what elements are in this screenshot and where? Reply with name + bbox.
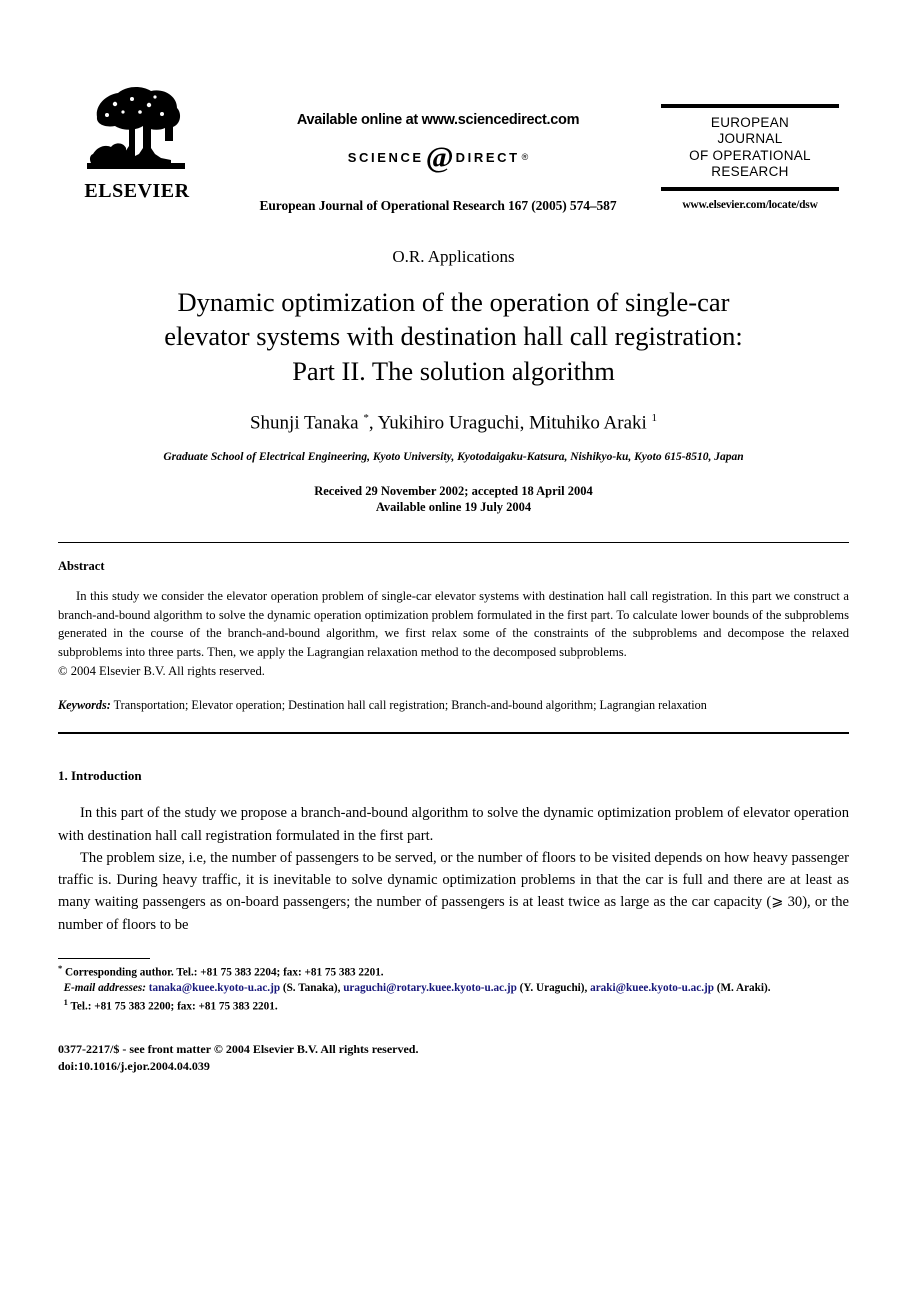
received-accepted-date: Received 29 November 2002; accepted 18 A… (314, 483, 593, 498)
abstract-copyright: © 2004 Elsevier B.V. All rights reserved… (58, 664, 265, 679)
elsevier-tree-icon (87, 87, 185, 169)
email-link-araki[interactable]: araki@kuee.kyoto-u.ac.jp (590, 982, 714, 994)
available-online-text: Available online at www.sciencedirect.co… (296, 112, 580, 128)
article-category: O.R. Applications (392, 247, 515, 266)
publication-dates: Received 29 November 2002; accepted 18 A… (58, 483, 849, 516)
footnote-corresponding-author: * Corresponding author. Tel.: +81 75 383… (58, 963, 849, 981)
intro-paragraph-1: In this part of the study we propose a b… (58, 805, 849, 844)
emblem-line-1: EUROPEAN (710, 115, 790, 130)
page-footer: 0377-2217/$ - see front matter © 2004 El… (58, 1041, 849, 1076)
author-names-part1: Shunji Tanaka (249, 412, 364, 434)
author-affiliation: Graduate School of Electrical Engineerin… (163, 450, 744, 463)
paper-page: ELSEVIER Available online at www.science… (0, 62, 907, 1300)
sciencedirect-direct-text: DIRECT (455, 149, 520, 165)
author-list: Shunji Tanaka *, Yukihiro Uraguchi, Mitu… (58, 412, 849, 434)
footnote-araki-tel: 1 Tel.: +81 75 383 2200; fax: +81 75 383… (58, 997, 849, 1015)
issn-front-matter-line: 0377-2217/$ - see front matter © 2004 El… (58, 1041, 419, 1056)
footnote-emails: E-mail addresses: tanaka@kuee.kyoto-u.ac… (58, 981, 849, 996)
email-link-uraguchi[interactable]: uraguchi@rotary.kuee.kyoto-u.ac.jp (343, 982, 517, 994)
header-center-block: Available online at www.sciencedirect.co… (228, 62, 648, 214)
footnote-one-text: Tel.: +81 75 383 2200; fax: +81 75 383 2… (67, 1000, 278, 1013)
section-heading-introduction: 1. Introduction (58, 768, 142, 784)
journal-homepage-url[interactable]: www.elsevier.com/locate/dsw (661, 199, 839, 211)
elsevier-logo: ELSEVIER (78, 84, 196, 201)
title-line-3: Part II. The solution algorithm (292, 355, 615, 386)
abstract-top-divider (58, 541, 849, 543)
title-line-1: Dynamic optimization of the operation of… (177, 287, 730, 317)
author-footnote-marker: 1 (651, 412, 658, 425)
email-attrib-tanaka: (S. Tanaka), (280, 982, 344, 995)
registered-trademark-icon: ® (521, 152, 529, 162)
elsevier-wordmark: ELSEVIER (84, 180, 190, 202)
journal-emblem: EUROPEAN JOURNAL OF OPERATIONAL RESEARCH… (661, 104, 839, 211)
page-header: ELSEVIER Available online at www.science… (58, 62, 849, 237)
emblem-top-rule (661, 104, 839, 108)
email-addresses-label: E-mail addresses: (63, 982, 146, 995)
keywords: Keywords: Transportation; Elevator opera… (58, 697, 849, 714)
page-title: Dynamic optimization of the operation of… (58, 285, 849, 388)
introduction-section: 1. Introduction In this part of the stud… (58, 768, 849, 936)
journal-reference: European Journal of Operational Research… (259, 198, 617, 213)
sciencedirect-logo: SCIENCE @ DIRECT ® (228, 141, 648, 174)
emblem-line-3: OF OPERATIONAL (689, 147, 811, 163)
doi-line: doi:10.1016/j.ejor.2004.04.039 (58, 1059, 210, 1074)
email-attrib-uraguchi: (Y. Uraguchi), (516, 982, 591, 995)
intro-paragraph-2: The problem size, i.e, the number of pas… (58, 849, 849, 933)
emblem-line-4: RESEARCH (711, 164, 789, 180)
keywords-value: Transportation; Elevator operation; Dest… (110, 698, 707, 713)
abstract-section: Abstract In this study we consider the e… (58, 559, 849, 715)
footnote-divider (58, 958, 150, 960)
available-online-date: Available online 19 July 2004 (375, 500, 532, 515)
emblem-bottom-rule (661, 186, 839, 191)
abstract-body: In this study we consider the elevator o… (58, 588, 849, 660)
emblem-line-2: JOURNAL (717, 131, 783, 147)
sciencedirect-at-icon: @ (425, 141, 454, 174)
email-attrib-araki: (M. Araki). (713, 982, 771, 995)
email-link-tanaka[interactable]: tanaka@kuee.kyoto-u.ac.jp (149, 982, 280, 994)
title-block: O.R. Applications Dynamic optimization o… (58, 247, 849, 516)
title-line-2: elevator systems with destination hall c… (164, 321, 743, 352)
footnote-area: * Corresponding author. Tel.: +81 75 383… (58, 958, 849, 1015)
footnote-corresponding-text: Corresponding author. Tel.: +81 75 383 2… (62, 966, 384, 979)
sciencedirect-science-text: SCIENCE (347, 149, 424, 165)
abstract-bottom-divider (58, 732, 849, 735)
abstract-heading: Abstract (58, 558, 105, 573)
keywords-label: Keywords: (58, 698, 111, 713)
author-names-part2: , Yukihiro Uraguchi, Mituhiko Araki (368, 412, 652, 434)
emblem-title: EUROPEAN JOURNAL OF OPERATIONAL RESEARCH (661, 115, 839, 181)
